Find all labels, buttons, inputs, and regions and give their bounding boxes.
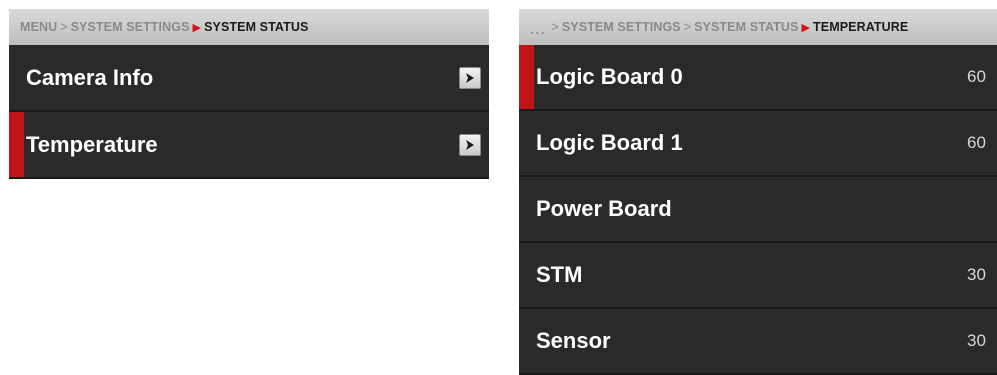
chevron-right-icon[interactable]: [459, 133, 481, 156]
breadcrumb-current-arrow-icon: ▶: [192, 21, 202, 34]
temp-row-label: Power Board: [536, 196, 672, 221]
menu-row-temperature[interactable]: Temperature: [9, 112, 489, 179]
system-status-panel: MENU > SYSTEM SETTINGS ▶ SYSTEM STATUS C…: [9, 9, 489, 180]
breadcrumb-item-system-settings[interactable]: SYSTEM SETTINGS: [562, 20, 681, 34]
breadcrumb-current: TEMPERATURE: [813, 20, 909, 34]
temp-row-stm[interactable]: STM 30: [519, 243, 997, 309]
temp-row-label: Logic Board 0: [536, 64, 683, 89]
breadcrumb: MENU > SYSTEM SETTINGS ▶ SYSTEM STATUS: [9, 9, 489, 45]
breadcrumb-item-system-status[interactable]: SYSTEM STATUS: [694, 20, 798, 34]
temperature-panel: ... > SYSTEM SETTINGS > SYSTEM STATUS ▶ …: [519, 9, 997, 375]
temp-row-value: 30: [967, 265, 986, 284]
breadcrumb: ... > SYSTEM SETTINGS > SYSTEM STATUS ▶ …: [519, 9, 997, 45]
temp-row-label: Sensor: [536, 328, 611, 353]
breadcrumb-item-system-settings[interactable]: SYSTEM SETTINGS: [71, 20, 190, 34]
temp-row-label: Logic Board 1: [536, 130, 683, 155]
selection-indicator: [519, 45, 534, 109]
breadcrumb-separator: >: [60, 20, 68, 34]
temp-row-power-board[interactable]: Power Board: [519, 177, 997, 243]
temp-row-logic-board-1[interactable]: Logic Board 1 60: [519, 111, 997, 177]
breadcrumb-current: SYSTEM STATUS: [204, 20, 309, 34]
chevron-right-icon[interactable]: [459, 66, 481, 89]
temp-row-value: 30: [967, 331, 986, 350]
breadcrumb-current-arrow-icon: ▶: [801, 21, 811, 34]
breadcrumb-separator: >: [551, 20, 559, 34]
breadcrumb-item-menu[interactable]: MENU: [20, 20, 57, 34]
menu-row-camera-info[interactable]: Camera Info: [9, 45, 489, 112]
menu-row-label: Camera Info: [26, 64, 154, 90]
breadcrumb-ellipsis[interactable]: ...: [530, 23, 546, 37]
temp-row-value: 60: [967, 67, 986, 86]
menu-row-label: Temperature: [26, 131, 158, 157]
breadcrumb-separator: >: [683, 20, 692, 34]
temp-row-value: 60: [967, 133, 986, 152]
temp-row-sensor[interactable]: Sensor 30: [519, 309, 997, 375]
temp-row-label: STM: [536, 262, 583, 287]
selection-indicator: [9, 112, 24, 177]
temp-row-logic-board-0[interactable]: Logic Board 0 60: [519, 45, 997, 111]
